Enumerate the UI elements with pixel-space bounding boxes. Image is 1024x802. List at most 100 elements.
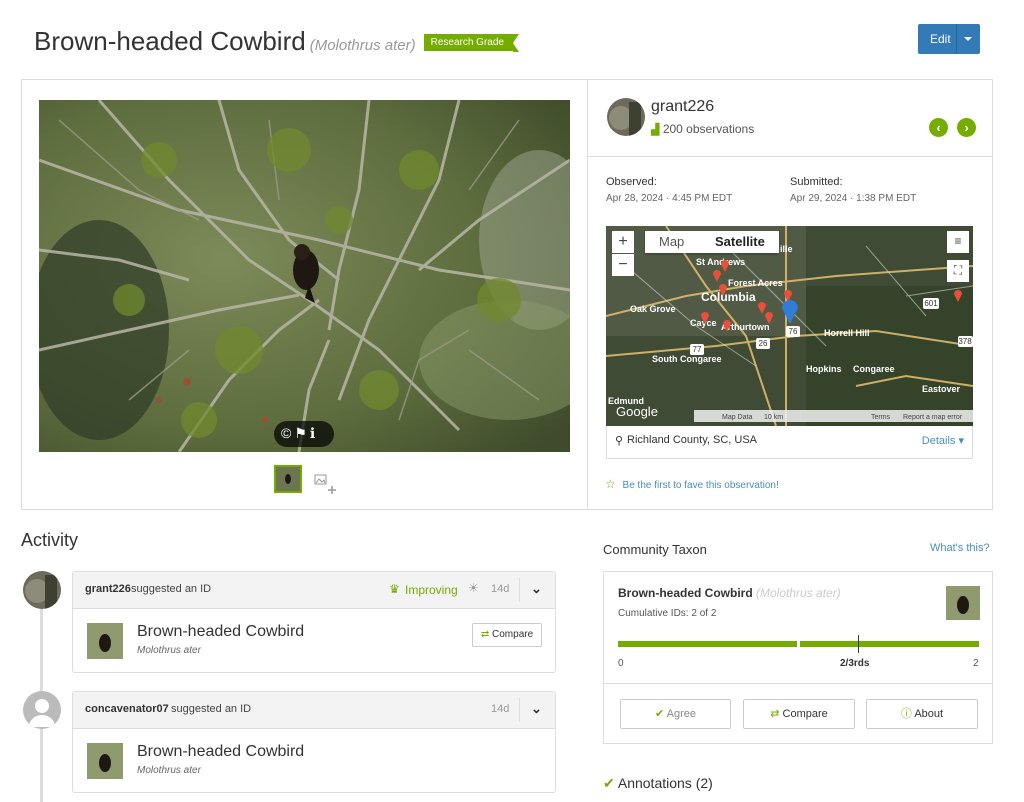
map-label-south-congaree: South Congaree xyxy=(652,354,722,364)
scale-max: 2 xyxy=(973,658,979,669)
chevron-down-icon[interactable] xyxy=(964,37,972,41)
observed-label: Observed: xyxy=(606,176,657,188)
layers-icon[interactable]: ≡ xyxy=(947,231,969,253)
observed-date: Apr 28, 2024 · 4:45 PM EDT xyxy=(606,193,733,204)
observation-count[interactable]: ▟ 200 observations xyxy=(651,122,754,136)
taxon-common-name[interactable]: Brown-headed Cowbird xyxy=(137,743,304,761)
check-circle-icon: ✔ xyxy=(603,775,615,791)
consensus-bar xyxy=(618,635,979,653)
taxon-photo[interactable] xyxy=(87,743,123,779)
observation-map[interactable]: St Andrews Forest Acres Columbia Oak Gro… xyxy=(606,226,973,426)
community-taxon-heading: Community Taxon xyxy=(603,542,707,557)
identifier-username[interactable]: concavenator07 xyxy=(85,703,169,715)
taxon-common-name[interactable]: Brown-headed Cowbird xyxy=(137,623,304,641)
map-label-horrell-hill: Horrell Hill xyxy=(824,328,870,338)
check-icon: ✔ xyxy=(654,708,665,720)
location-pin-icon: ⚲ xyxy=(615,435,624,447)
taxon-scientific-name: Molothrus ater xyxy=(137,645,201,656)
edit-button[interactable]: Edit xyxy=(918,24,980,54)
taxon-photo[interactable] xyxy=(87,623,123,659)
identification-action: suggested an ID xyxy=(171,703,252,715)
compare-label: Compare xyxy=(492,629,534,640)
observer-avatar[interactable] xyxy=(607,98,645,136)
whats-this-link[interactable]: What's this? xyxy=(930,542,990,554)
submitted-label: Submitted: xyxy=(790,176,843,188)
observer-divider xyxy=(588,156,993,157)
agree-button[interactable]: ✔ Agree xyxy=(620,699,731,729)
taxon-scientific-name: Molothrus ater xyxy=(137,765,201,776)
scale-min: 0 xyxy=(618,658,624,669)
scientific-name: (Molothrus ater) xyxy=(309,37,416,54)
trophy-icon: ♛ xyxy=(389,582,400,596)
next-observation-icon[interactable]: › xyxy=(957,118,976,137)
license-flag-info-icons[interactable]: ©⚑ℹ xyxy=(281,425,318,442)
map-label-eastover: Eastover xyxy=(922,384,961,394)
activity-avatar-grant226[interactable] xyxy=(23,571,61,609)
map-satellite-image: St Andrews Forest Acres Columbia Oak Gro… xyxy=(606,226,973,426)
zoom-out-button[interactable]: − xyxy=(612,254,634,276)
identification-action: suggested an ID xyxy=(131,583,212,595)
map-label-forest-acres: Forest Acres xyxy=(728,278,783,288)
compare-icon: ⇄ xyxy=(480,629,490,640)
map-report-link: Report a map error xyxy=(903,414,963,421)
zoom-in-button[interactable]: + xyxy=(612,231,634,253)
observation-photo[interactable] xyxy=(39,100,570,452)
identification-card: concavenator07 suggested an ID 14d ⌄ Bro… xyxy=(72,691,556,793)
compare-button[interactable]: ⇄ Compare xyxy=(743,699,855,729)
page-title: Brown-headed Cowbird (Molothrus ater) Rese… xyxy=(34,26,520,57)
observation-count-label: 200 observations xyxy=(662,122,755,136)
community-taxon-name[interactable]: Brown-headed Cowbird xyxy=(618,586,753,600)
about-button[interactable]: ⓘ About xyxy=(866,699,978,729)
star-icon: ☆ xyxy=(605,477,616,491)
map-footer: ⚲ Richland County, SC, USA Details ▾ xyxy=(606,426,973,459)
edit-divider xyxy=(956,24,957,54)
activity-avatar-concavenator07[interactable] xyxy=(23,691,61,729)
map-terms-link: Terms xyxy=(871,414,891,421)
compare-button[interactable]: ⇄ Compare xyxy=(472,623,542,647)
community-taxon-box: Brown-headed Cowbird (Molothrus ater) Cu… xyxy=(603,571,993,744)
highway-378: 378 xyxy=(958,337,972,346)
highway-601: 601 xyxy=(924,299,938,308)
tab-satellite[interactable]: Satellite xyxy=(715,234,765,249)
map-label-ille: ille xyxy=(780,244,793,254)
community-taxon-sci: (Molothrus ater) xyxy=(756,586,841,600)
map-label-oak-grove: Oak Grove xyxy=(630,304,676,314)
thumbnail-image xyxy=(276,467,300,491)
fave-link[interactable]: ☆ Be the first to fave this observation! xyxy=(605,477,779,491)
binoculars-icon: ▟ xyxy=(651,124,660,136)
identification-age: 14d xyxy=(491,583,510,595)
observer-username[interactable]: grant226 xyxy=(651,98,714,116)
highway-26: 26 xyxy=(759,339,768,348)
photo-controls[interactable]: ©⚑ℹ xyxy=(274,421,334,447)
identifier-username[interactable]: grant226 xyxy=(85,583,131,595)
map-label-hopkins: Hopkins xyxy=(806,364,842,374)
fave-text: Be the first to fave this observation! xyxy=(622,480,779,491)
identification-body: Brown-headed Cowbird Molothrus ater xyxy=(73,729,555,793)
box-divider xyxy=(604,683,992,684)
tab-map[interactable]: Map xyxy=(659,234,684,249)
fullscreen-icon[interactable]: ⛶ xyxy=(947,260,969,282)
header-divider xyxy=(519,698,520,722)
annotations-label: Annotations (2) xyxy=(617,775,713,791)
bird-photo-image xyxy=(39,100,570,452)
identification-body: Brown-headed Cowbird Molothrus ater ⇄ Co… xyxy=(73,609,555,673)
add-photo-icon[interactable] xyxy=(314,474,338,496)
google-logo: Google xyxy=(616,404,658,419)
about-label: About xyxy=(914,708,944,720)
details-dropdown[interactable]: Details ▾ xyxy=(922,434,964,447)
compare-label: Compare xyxy=(782,708,828,720)
header-divider xyxy=(519,578,520,602)
consensus-bar-segment xyxy=(800,641,979,647)
agree-label: Agree xyxy=(666,708,697,720)
map-label-columbia: Columbia xyxy=(701,290,756,304)
community-taxon-photo[interactable] xyxy=(946,586,980,620)
chevron-down-icon[interactable]: ⌄ xyxy=(531,701,542,717)
common-name: Brown-headed Cowbird xyxy=(34,26,306,56)
annotations-toggle[interactable]: ✔ Annotations (2) xyxy=(603,775,713,792)
edit-label: Edit xyxy=(930,32,951,46)
cumulative-ids: Cumulative IDs: 2 of 2 xyxy=(618,608,717,619)
previous-observation-icon[interactable]: ‹ xyxy=(929,118,948,137)
chevron-down-icon[interactable]: ⌄ xyxy=(531,581,542,597)
submitted-date: Apr 29, 2024 · 1:38 PM EDT xyxy=(790,193,917,204)
photo-thumbnail[interactable] xyxy=(274,465,302,493)
